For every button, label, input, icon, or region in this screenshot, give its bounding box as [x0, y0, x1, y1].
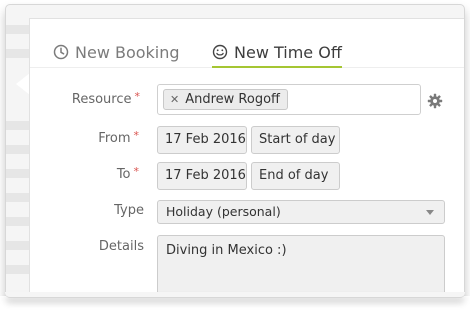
tab-new-booking-label: New Booking: [75, 43, 180, 62]
resource-label: Resource *: [23, 90, 141, 107]
chevron-down-icon: [426, 210, 434, 215]
tab-new-time-off-label: New Time Off: [234, 43, 342, 62]
resource-input[interactable]: ✕ Andrew Rogoff: [157, 84, 421, 115]
clock-icon: [53, 44, 69, 60]
from-time-field[interactable]: Start of day: [251, 126, 340, 154]
remove-token-icon[interactable]: ✕: [170, 93, 179, 106]
resource-label-text: Resource: [71, 92, 132, 107]
tab-new-time-off[interactable]: New Time Off: [212, 43, 342, 68]
bottom-cover: [0, 296, 470, 324]
frame-bottom-edge: [5, 292, 465, 298]
to-date-field[interactable]: 17 Feb 2016: [157, 162, 247, 190]
resource-token: ✕ Andrew Rogoff: [163, 89, 288, 110]
type-select[interactable]: Holiday (personal): [157, 200, 445, 224]
from-label-text: From: [98, 131, 131, 146]
details-label: Details: [98, 239, 144, 254]
to-time-field[interactable]: End of day: [251, 162, 340, 190]
smiley-icon: [212, 44, 228, 60]
resource-token-label: Andrew Rogoff: [185, 92, 280, 107]
from-label: From *: [22, 129, 140, 146]
type-label: Type: [114, 203, 144, 218]
required-marker: *: [133, 129, 140, 142]
required-marker: *: [134, 90, 141, 103]
tab-bar: New Booking New Time Off: [30, 19, 464, 68]
required-marker: *: [133, 165, 140, 178]
type-select-value: Holiday (personal): [166, 204, 281, 219]
from-date-field[interactable]: 17 Feb 2016: [157, 126, 247, 154]
gear-icon[interactable]: [427, 93, 443, 109]
tab-new-booking[interactable]: New Booking: [53, 43, 180, 67]
to-label-text: To: [116, 167, 131, 182]
to-label: To *: [22, 165, 140, 182]
